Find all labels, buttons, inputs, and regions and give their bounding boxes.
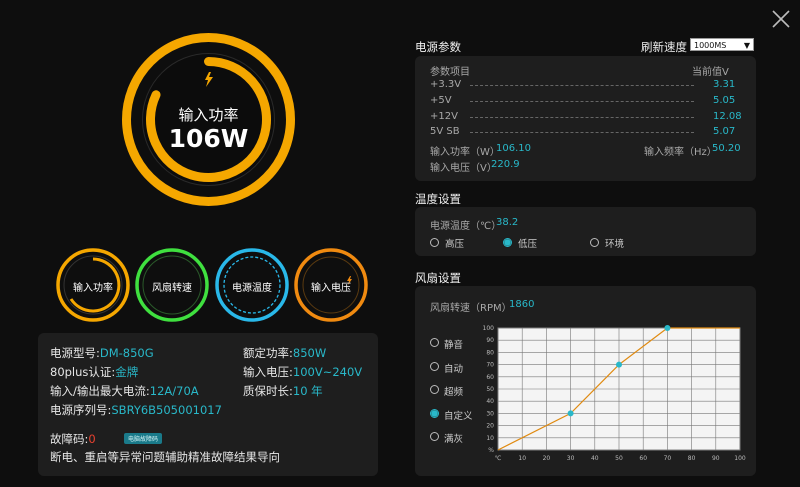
y-tick-label: 30 <box>486 410 494 417</box>
input-volt-value: 220.9 <box>491 159 520 170</box>
param-row-value: 12.08 <box>713 111 742 122</box>
y-tick-label: 10 <box>486 435 494 442</box>
param-header-value: 当前值V <box>692 67 729 78</box>
fault-description: 断电、重启等异常问题辅助精准故障结果导向 <box>50 450 280 464</box>
param-row-name: +12V <box>430 111 458 122</box>
refresh-rate-label: 刷新速度 <box>641 40 687 54</box>
fault-code-row: 故障码:0 <box>50 432 96 446</box>
y-tick-label: 20 <box>486 423 494 430</box>
x-tick-label: 40 <box>591 455 599 462</box>
serial-row: 电源序列号:SBRY6B505001017 <box>50 403 222 417</box>
y-tick-label: 70 <box>486 362 494 369</box>
serial-value: SBRY6B505001017 <box>111 403 222 417</box>
input-power-gauge-label: 输入功率 <box>73 283 113 294</box>
main-gauge-title: 输入功率 <box>178 106 239 124</box>
fan-speed-label: 风扇转速（RPM） <box>430 303 512 314</box>
input-volt-label: 输入电压（V） <box>430 163 497 174</box>
psu-temp-value: 38.2 <box>496 217 519 228</box>
max-current-row: 输入/输出最大电流:12A/70A <box>50 384 199 398</box>
psu-temp-gauge-label: 电源温度 <box>232 283 272 294</box>
rated-power-value: 850W <box>292 346 327 360</box>
param-row-value: 3.31 <box>713 79 736 90</box>
fan-mode-silent-radio[interactable] <box>430 338 439 347</box>
temp-option-high-radio[interactable] <box>430 238 439 247</box>
rated-power-row: 额定功率:850W <box>243 346 327 360</box>
input-power-label: 输入功率（W） <box>430 147 500 158</box>
x-tick-label: 30 <box>567 455 575 462</box>
temp-option-high-label[interactable]: 高压 <box>445 236 464 250</box>
max-current-value: 12A/70A <box>149 384 199 398</box>
cert-row: 80plus认证:金牌 <box>50 365 139 379</box>
temp-option-low-radio[interactable] <box>503 238 512 247</box>
param-row-name: +3.3V <box>430 79 462 90</box>
x-tick-label: ℃ <box>495 455 502 462</box>
x-tick-label: 10 <box>518 455 526 462</box>
fan-mode-custom-label[interactable]: 自定义 <box>444 408 473 422</box>
y-tick-label: 50 <box>486 386 494 393</box>
fan-curve-point[interactable] <box>616 361 622 368</box>
x-tick-label: 90 <box>712 455 720 462</box>
fan-mode-overclock-label[interactable]: 超频 <box>444 384 463 398</box>
fault-code-badge[interactable]: 电脑故障码 <box>124 433 163 444</box>
input-freq-label: 输入频率（Hz） <box>644 147 717 158</box>
cert-value: 金牌 <box>115 365 139 379</box>
y-tick-label: 60 <box>486 374 494 381</box>
fan-mode-overclock-radio[interactable] <box>430 385 439 394</box>
x-tick-label: 80 <box>688 455 696 462</box>
param-row-name: +5V <box>430 95 452 106</box>
param-header-item: 参数项目 <box>430 67 470 78</box>
fan-curve-point[interactable] <box>664 325 671 331</box>
fan-mode-full-label[interactable]: 满灰 <box>444 431 463 445</box>
x-tick-label: 50 <box>615 455 623 462</box>
param-row-value: 5.07 <box>713 126 736 137</box>
chevron-down-icon: ▼ <box>743 41 750 50</box>
param-row-value: 5.05 <box>713 95 736 106</box>
x-tick-label: 20 <box>543 455 551 462</box>
fan-mode-silent-label[interactable]: 静音 <box>444 337 463 351</box>
fan-mode-full-radio[interactable] <box>430 432 439 441</box>
psu-temp-label: 电源温度（℃） <box>430 221 502 232</box>
temp-option-low-label[interactable]: 低压 <box>518 236 537 250</box>
x-tick-label: 100 <box>734 455 746 462</box>
x-tick-label: 70 <box>664 455 672 462</box>
fault-code-value: 0 <box>88 432 96 446</box>
model-row: 电源型号:DM-850G <box>50 346 154 360</box>
temp-settings-title: 温度设置 <box>415 192 461 206</box>
power-params-title: 电源参数 <box>415 40 461 54</box>
y-tick-label: 80 <box>486 349 494 356</box>
input-freq-value: 50.20 <box>712 143 741 154</box>
warranty-row: 质保时长:10 年 <box>243 384 323 398</box>
param-row-name: 5V SB <box>430 126 460 137</box>
warranty-value: 10 年 <box>292 384 323 398</box>
fan-mode-auto-label[interactable]: 自动 <box>444 361 463 375</box>
fan-curve-chart[interactable]: ℃ 10 20 30 40 50 60 70 80 90 100% 10 20 30 40 50 60 70 80 9… <box>478 322 750 465</box>
fan-curve-point[interactable] <box>567 410 574 417</box>
input-voltage-gauge-label: 输入电压 <box>311 283 351 294</box>
y-tick-label: 100 <box>483 325 495 332</box>
temp-option-ambient-radio[interactable] <box>590 238 599 247</box>
fan-mode-auto-radio[interactable] <box>430 362 439 371</box>
fan-settings-title: 风扇设置 <box>415 271 461 285</box>
y-tick-label: 40 <box>486 398 494 405</box>
temp-option-ambient-label[interactable]: 环境 <box>605 236 624 250</box>
close-icon <box>772 10 790 28</box>
main-gauge-value: 106W <box>168 124 249 153</box>
model-value: DM-850G <box>99 346 154 360</box>
y-tick-label: 90 <box>486 337 494 344</box>
close-button[interactable] <box>770 8 792 30</box>
y-tick-label: % <box>488 447 494 454</box>
input-voltage-value: 100V~240V <box>292 365 363 379</box>
x-tick-label: 60 <box>639 455 647 462</box>
fan-mode-custom-radio[interactable] <box>430 409 439 418</box>
input-power-value: 106.10 <box>496 143 531 154</box>
fan-speed-gauge-label: 风扇转速 <box>152 283 192 294</box>
refresh-rate-select[interactable]: 1000MS ▼ <box>690 38 754 51</box>
fan-speed-value: 1860 <box>509 299 535 310</box>
input-voltage-row: 输入电压:100V~240V <box>243 365 363 379</box>
